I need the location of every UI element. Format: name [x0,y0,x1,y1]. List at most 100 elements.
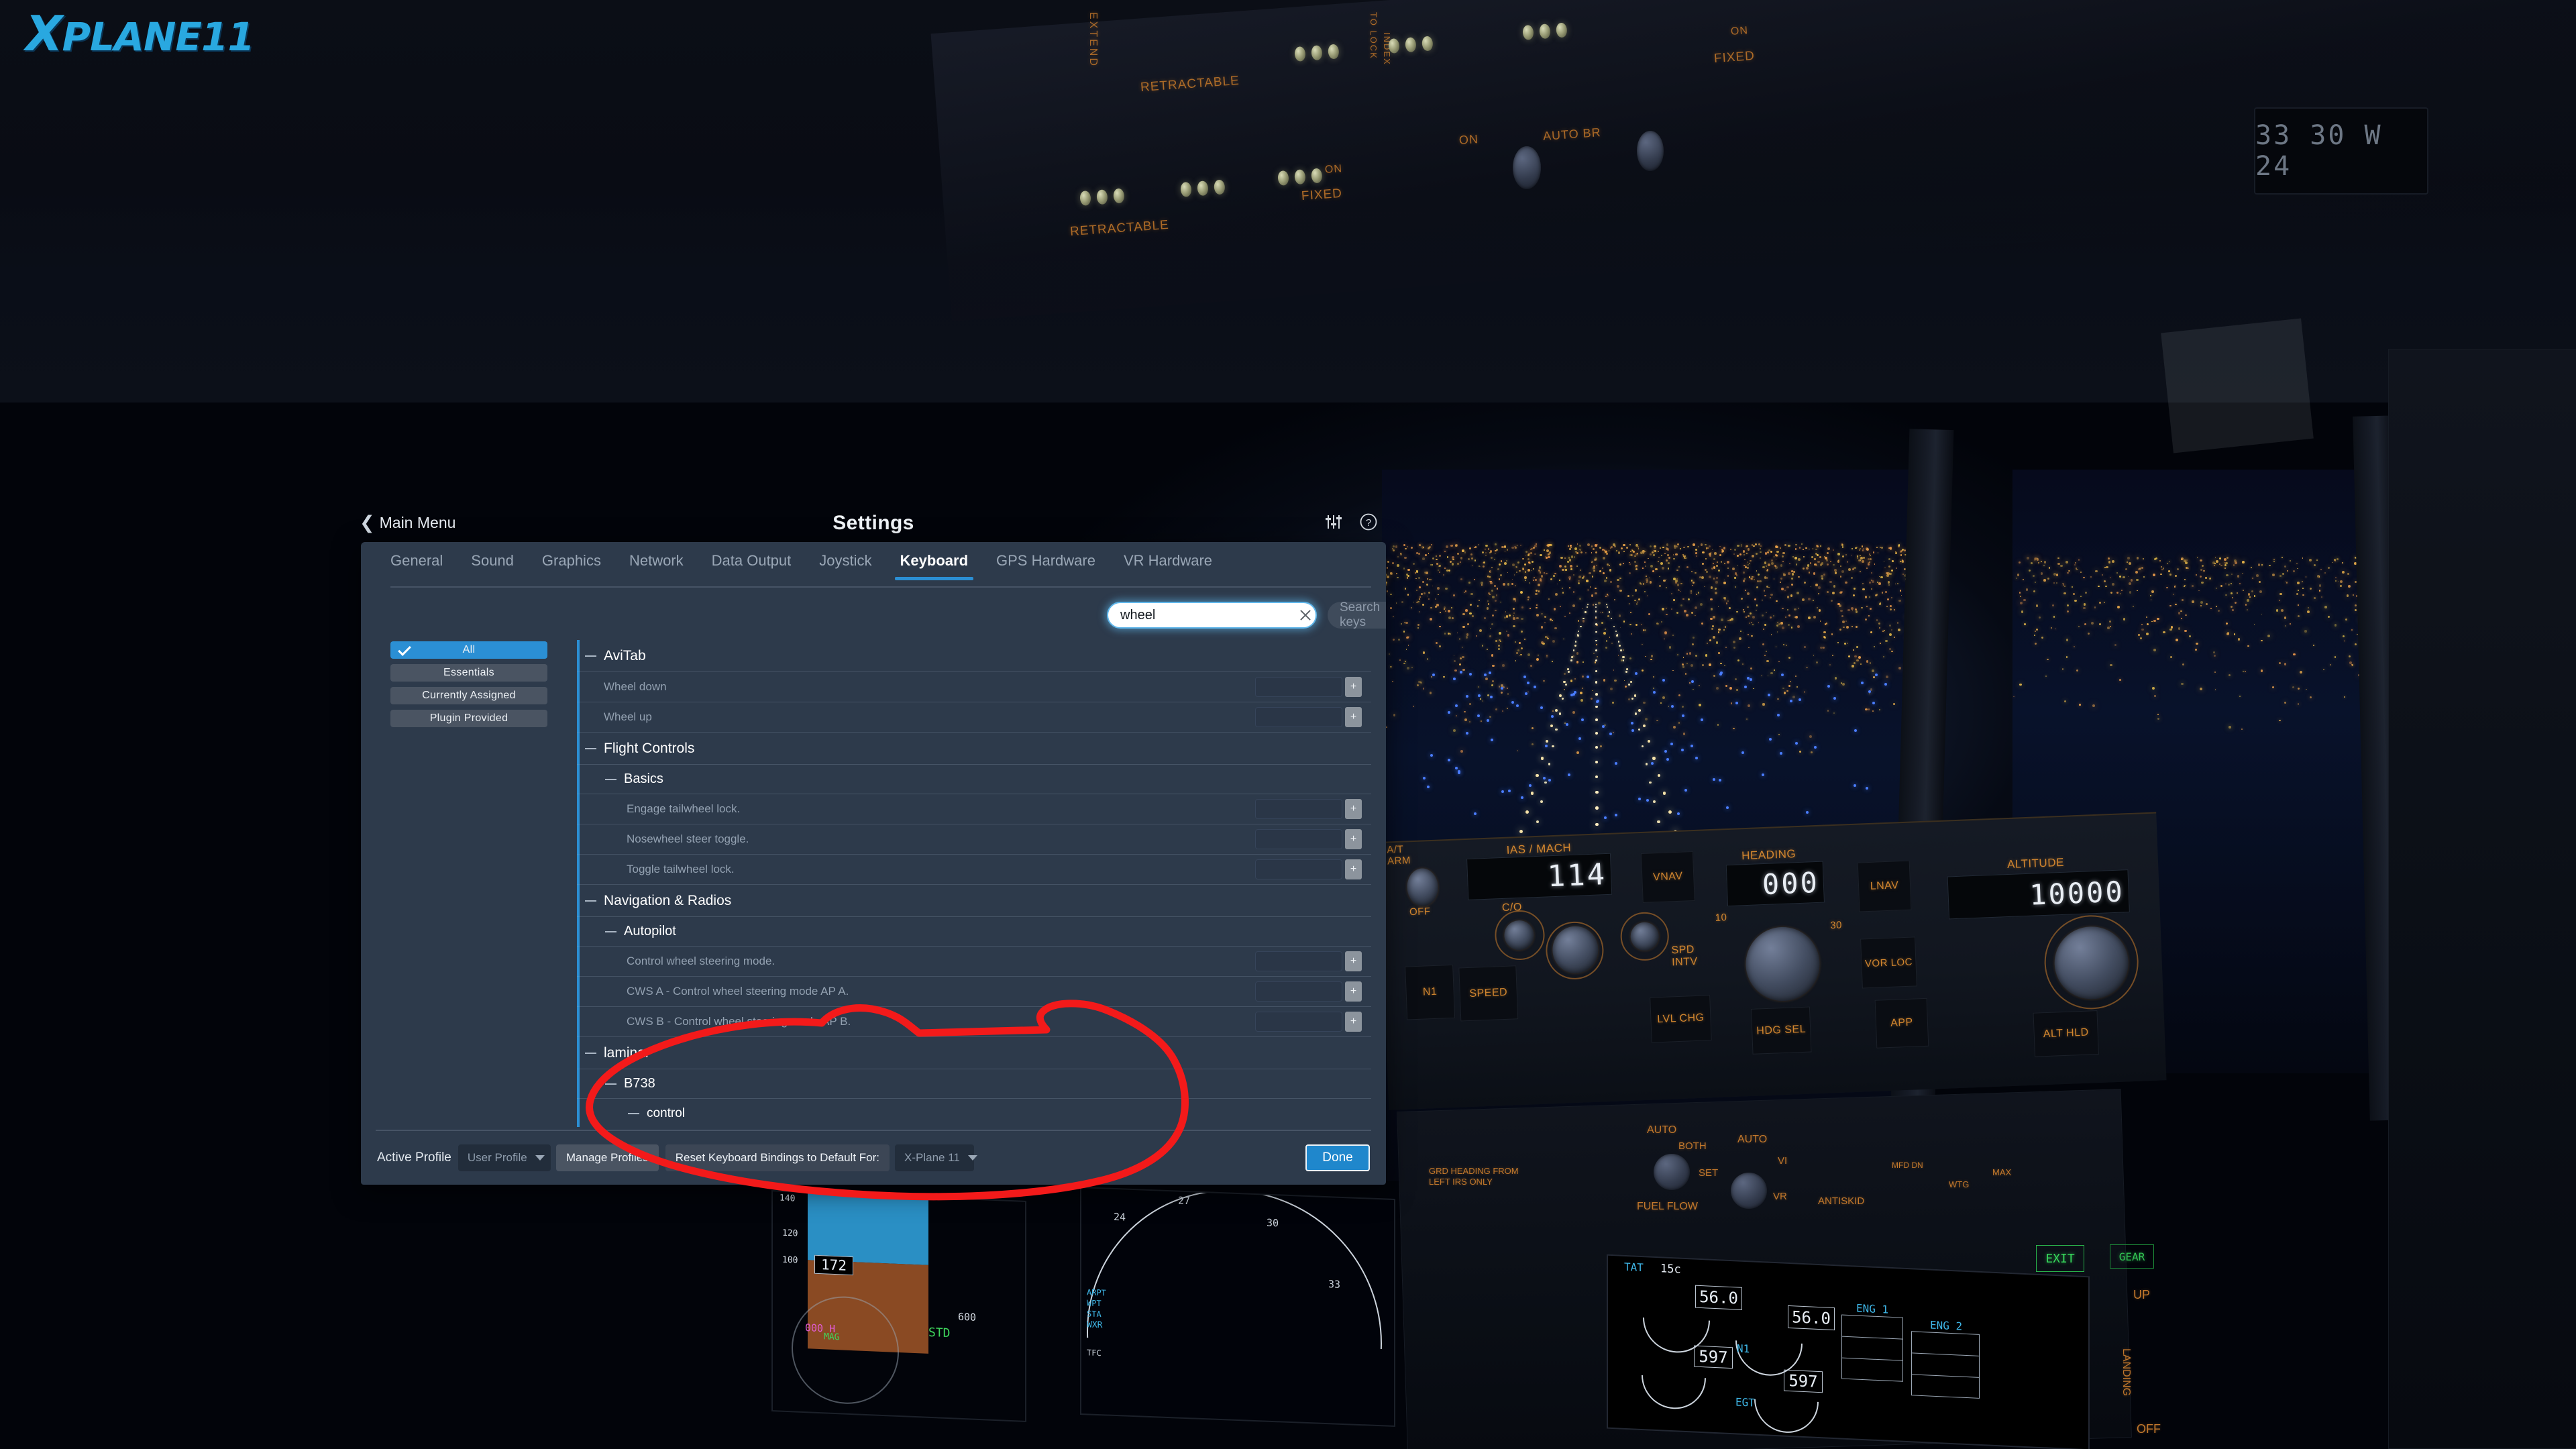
settings-tabs: General Sound Graphics Network Data Output Jo… [361,542,1386,590]
sliders-icon[interactable] [1324,513,1343,531]
binding-field[interactable] [1255,677,1342,697]
pedestal-label-set: SET [1699,1167,1719,1179]
active-profile-value: User Profile [467,1151,527,1164]
group-header[interactable]: B738 [577,1069,1371,1099]
pedestal-knob-2[interactable] [1731,1173,1767,1209]
group-header[interactable]: Flight Controls [577,733,1371,765]
group-header[interactable]: Autopilot [577,917,1371,947]
mcp-button-hdg-sel[interactable]: HDG SEL [1750,1006,1812,1055]
filter-essentials[interactable]: Essentials [390,664,547,682]
add-binding-button[interactable]: + [1345,829,1362,849]
gear-indicator: GEAR [2110,1244,2154,1269]
group-header[interactable]: Navigation & Radios [577,885,1371,917]
binding-field[interactable] [1255,829,1342,849]
reset-target-select[interactable]: X-Plane 11 [895,1144,977,1171]
mcp-button-speed[interactable]: SPEED [1458,965,1519,1022]
add-binding-button[interactable]: + [1345,707,1362,727]
add-binding-button[interactable]: + [1345,677,1362,697]
collapse-minus-icon[interactable] [605,1083,616,1085]
add-binding-button[interactable]: + [1345,981,1362,1002]
pedestal-label-antiskid: ANTISKID [1818,1195,1865,1207]
mcp-label-altitude: ALTITUDE [2006,855,2065,871]
binding-field[interactable] [1255,799,1342,819]
tab-general[interactable]: General [390,552,443,580]
pedestal-label-fuel-flow: FUEL FLOW [1637,1201,1698,1212]
mcp-knob-at-arm[interactable] [1406,867,1439,907]
navigation-display: 24 27 30 33 ARPT WPT STA WXR TFC [1080,1186,1395,1428]
mcp-knob-heading[interactable] [1744,925,1821,1003]
mcp-button-app[interactable]: APP [1874,998,1929,1049]
collapse-minus-icon[interactable] [605,778,616,780]
reset-bindings-button[interactable]: Reset Keyboard Bindings to Default For: [665,1144,890,1171]
binding-field[interactable] [1255,951,1342,971]
commands-scroll-area[interactable]: AviTab Wheel down + Wheel up + Flight Control… [577,640,1371,1127]
search-commands-box[interactable] [1107,602,1317,629]
binding-controls: + [1255,799,1362,819]
command-row[interactable]: Wheel down + [577,672,1371,702]
add-binding-button[interactable]: + [1345,1012,1362,1032]
group-header[interactable]: control [577,1099,1371,1127]
mcp-button-lnav[interactable]: LNAV [1857,860,1912,912]
collapse-minus-icon[interactable] [628,1112,639,1114]
tab-data-output[interactable]: Data Output [712,552,792,580]
binding-field[interactable] [1255,1012,1342,1032]
group-header[interactable]: laminar [577,1037,1371,1069]
pedestal-label-up: UP [2133,1288,2151,1301]
collapse-minus-icon[interactable] [605,930,616,932]
mcp-label-at-arm: A/T ARM [1387,843,1411,867]
binding-field[interactable] [1255,859,1342,879]
command-row[interactable]: Toggle tailwheel lock. + [577,855,1371,885]
add-binding-button[interactable]: + [1345,951,1362,971]
mcp-button-n1[interactable]: N1 [1405,964,1456,1020]
filter-plugin-provided[interactable]: Plugin Provided [390,710,547,727]
active-profile-select[interactable]: User Profile [458,1144,551,1171]
group-header[interactable]: AviTab [577,640,1371,672]
tab-sound[interactable]: Sound [471,552,514,580]
command-row[interactable]: CWS A - Control wheel steering mode AP A… [577,977,1371,1007]
search-row: Search keys [361,597,1386,636]
tab-keyboard[interactable]: Keyboard [894,552,974,580]
collapse-minus-icon[interactable] [585,655,596,657]
pedestal-label-wtg: WTG [1949,1179,1970,1189]
tab-network[interactable]: Network [629,552,684,580]
binding-controls: + [1255,829,1362,849]
collapse-minus-icon[interactable] [585,747,596,749]
pfd-baro: STD [928,1325,951,1341]
tab-graphics[interactable]: Graphics [542,552,601,580]
clear-search-icon[interactable] [1298,608,1306,623]
pedestal-knob-1[interactable] [1654,1154,1690,1190]
collapse-minus-icon[interactable] [585,900,596,902]
group-header[interactable]: Basics [577,765,1371,794]
filter-label: Currently Assigned [422,690,516,701]
pedestal-label-mfd-dn: MFD DN [1892,1161,1923,1170]
command-row[interactable]: Wheel up + [577,702,1371,733]
binding-field[interactable] [1255,981,1342,1002]
help-icon[interactable]: ? [1359,513,1378,531]
mcp-button-vnav[interactable]: VNAV [1640,851,1695,903]
search-input[interactable] [1120,607,1298,623]
tab-vr-hardware[interactable]: VR Hardware [1124,552,1212,580]
tab-gps-hardware[interactable]: GPS Hardware [996,552,1095,580]
mcp-label-heading: HEADING [1741,847,1796,863]
search-keys-box[interactable]: Search keys [1328,600,1386,629]
eicas-n1-value-2: 56.0 [1788,1305,1835,1331]
mcp-window-altitude: 10000 [1947,869,2130,920]
manage-profiles-button[interactable]: Manage Profiles [555,1144,659,1171]
command-row[interactable]: Engage tailwheel lock. + [577,794,1371,824]
command-row[interactable]: Nosewheel steer toggle. + [577,824,1371,855]
command-row[interactable]: CWS B - Control wheel steering mode AP B… [577,1007,1371,1037]
collapse-minus-icon[interactable] [585,1052,596,1054]
mcp-button-vor-loc[interactable]: VOR LOC [1860,936,1917,989]
mcp-button-alt-hld[interactable]: ALT HLD [2033,1010,2099,1057]
eicas-egt-value-1: 597 [1694,1345,1733,1369]
add-binding-button[interactable]: + [1345,859,1362,879]
filter-currently-assigned[interactable]: Currently Assigned [390,687,547,704]
filter-all[interactable]: All [390,641,547,659]
add-binding-button[interactable]: + [1345,799,1362,819]
mcp-window-heading: 000 [1725,861,1825,907]
mcp-button-lvl-chg[interactable]: LVL CHG [1650,995,1712,1043]
done-button[interactable]: Done [1305,1144,1370,1171]
tab-joystick[interactable]: Joystick [819,552,871,580]
command-row[interactable]: Control wheel steering mode. + [577,947,1371,977]
binding-field[interactable] [1255,707,1342,727]
